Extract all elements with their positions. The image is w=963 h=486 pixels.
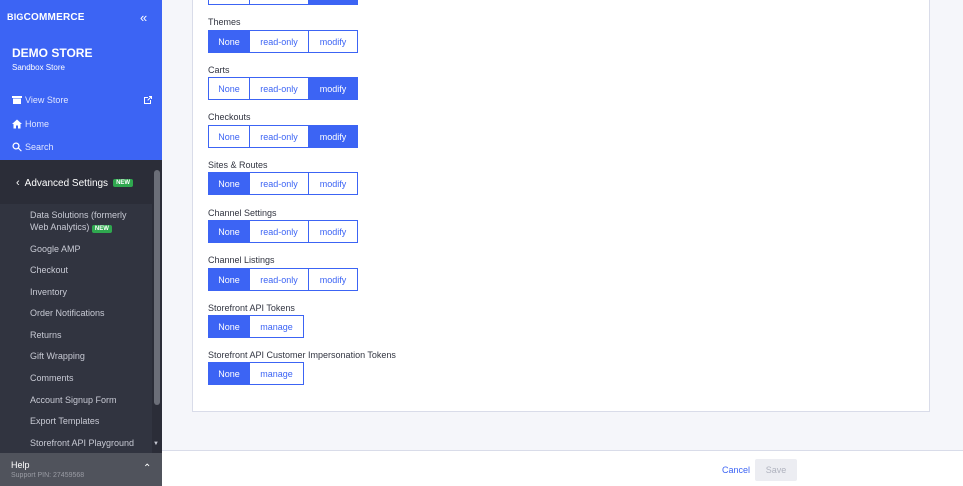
option-modify[interactable]: modify (309, 31, 357, 52)
option-read-only[interactable]: read-only (250, 173, 309, 194)
sidebar-item-comments[interactable]: Comments (30, 372, 74, 384)
option-none[interactable]: None (209, 31, 250, 52)
option-none[interactable]: None (209, 316, 250, 337)
bigcommerce-logo[interactable]: BIGCOMMERCE (7, 12, 85, 23)
option-read-only[interactable]: read-only (250, 126, 309, 147)
help-title: Help (11, 460, 30, 470)
permission-label-sites-routes: Sites & Routes (208, 160, 268, 170)
sidebar-item-order-notifications[interactable]: Order Notifications (30, 307, 105, 319)
sidebar-header: BIGCOMMERCE « DEMO STORE Sandbox Store V… (0, 0, 162, 160)
help-panel[interactable]: Help Support PIN: 27459568 ⌃ (0, 453, 162, 486)
sidebar-item-returns[interactable]: Returns (30, 329, 62, 341)
permission-group-channel-settings: None read-only modify (208, 220, 358, 243)
permission-group-channel-listings: None read-only modify (208, 268, 358, 291)
option-read-only[interactable]: read-only (250, 78, 309, 99)
logo-text: COMMERCE (23, 12, 85, 23)
sidebar-item-gift-wrapping[interactable]: Gift Wrapping (30, 350, 85, 362)
option-modify[interactable]: modify (309, 126, 357, 147)
permission-group-scopes-partial: None read-only modify (208, 0, 358, 5)
home-icon (12, 119, 22, 129)
sidebar-item-inventory[interactable]: Inventory (30, 286, 67, 298)
option-none[interactable]: None (209, 0, 250, 4)
option-modify[interactable]: modify (309, 269, 357, 290)
sidebar-item-checkout[interactable]: Checkout (30, 264, 68, 276)
home-link[interactable]: Home (12, 119, 49, 129)
option-none[interactable]: None (209, 126, 250, 147)
storefront-icon (12, 96, 22, 104)
option-none[interactable]: None (209, 363, 250, 384)
sidebar-item-label: Web Analytics) (30, 222, 90, 232)
option-read-only[interactable]: read-only (250, 31, 309, 52)
sidebar-item-storefront-api-playground[interactable]: Storefront API Playground (30, 437, 134, 449)
chevron-left-icon: ‹ (16, 177, 20, 189)
permission-group-storefront-api-tokens: None manage (208, 315, 304, 338)
sidebar-item-google-amp[interactable]: Google AMP (30, 243, 81, 255)
permission-group-checkouts: None read-only modify (208, 125, 358, 148)
permission-label-carts: Carts (208, 65, 230, 75)
permission-label-channel-settings: Channel Settings (208, 208, 277, 218)
option-modify[interactable]: modify (309, 0, 357, 4)
permission-label-themes: Themes (208, 17, 241, 27)
option-modify[interactable]: modify (309, 78, 357, 99)
sidebar-item-account-signup-form[interactable]: Account Signup Form (30, 394, 117, 406)
option-none[interactable]: None (209, 78, 250, 99)
option-read-only[interactable]: read-only (250, 0, 309, 4)
search-icon (12, 142, 22, 152)
chevron-up-icon[interactable]: ⌃ (143, 463, 151, 474)
option-modify[interactable]: modify (309, 221, 357, 242)
view-store-label: View Store (25, 95, 69, 105)
new-badge: NEW (113, 179, 134, 187)
new-badge: NEW (91, 225, 112, 233)
option-none[interactable]: None (209, 221, 250, 242)
option-modify[interactable]: modify (309, 173, 357, 194)
sidebar: BIGCOMMERCE « DEMO STORE Sandbox Store V… (0, 0, 162, 486)
permission-group-carts: None read-only modify (208, 77, 358, 100)
external-link-icon[interactable] (143, 95, 153, 105)
view-store-link[interactable]: View Store (12, 95, 68, 105)
scroll-down-icon[interactable]: ▼ (153, 441, 159, 447)
option-manage[interactable]: manage (250, 316, 303, 337)
option-read-only[interactable]: read-only (250, 221, 309, 242)
advanced-settings-header[interactable]: ‹ Advanced Settings NEW (0, 160, 152, 204)
sidebar-item-label: Data Solutions (formerly (30, 210, 127, 220)
permission-group-sites-routes: None read-only modify (208, 172, 358, 195)
cancel-button[interactable]: Cancel (722, 465, 750, 475)
advanced-settings-label: Advanced Settings (24, 177, 109, 189)
permission-label-storefront-api-tokens: Storefront API Tokens (208, 303, 295, 313)
sidebar-item-data-solutions[interactable]: Data Solutions (formerly Web Analytics) … (30, 209, 127, 235)
permission-group-impersonation-tokens: None manage (208, 362, 304, 385)
permission-label-channel-listings: Channel Listings (208, 255, 275, 265)
permission-label-impersonation-tokens: Storefront API Customer Impersonation To… (208, 350, 396, 360)
action-bar (162, 450, 963, 486)
save-button[interactable]: Save (755, 459, 797, 481)
permission-label-checkouts: Checkouts (208, 112, 251, 122)
search-label: Search (25, 142, 54, 152)
store-name: DEMO STORE (12, 46, 93, 60)
search-link[interactable]: Search (12, 142, 54, 152)
advanced-settings-back[interactable]: ‹ Advanced Settings NEW (16, 177, 134, 189)
sidebar-scrollbar-thumb[interactable] (154, 170, 160, 405)
option-none[interactable]: None (209, 269, 250, 290)
support-pin: Support PIN: 27459568 (11, 472, 85, 479)
logo-prefix: BIG (7, 12, 24, 22)
option-manage[interactable]: manage (250, 363, 303, 384)
option-none[interactable]: None (209, 173, 250, 194)
home-label: Home (25, 119, 50, 129)
permission-group-themes: None read-only modify (208, 30, 358, 53)
option-read-only[interactable]: read-only (250, 269, 309, 290)
store-subtitle: Sandbox Store (12, 63, 65, 72)
collapse-sidebar-icon[interactable]: « (140, 10, 147, 25)
sidebar-item-export-templates[interactable]: Export Templates (30, 415, 99, 427)
